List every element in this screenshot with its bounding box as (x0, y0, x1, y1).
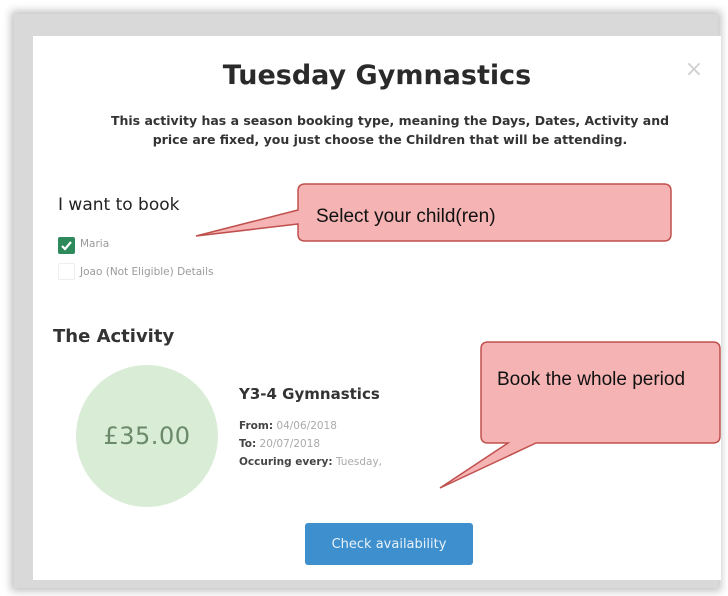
callout-text-book-period: Book the whole period (497, 369, 686, 390)
callout-text-select-children: Select your child(ren) (316, 206, 496, 227)
callout-overlays (195, 183, 721, 489)
